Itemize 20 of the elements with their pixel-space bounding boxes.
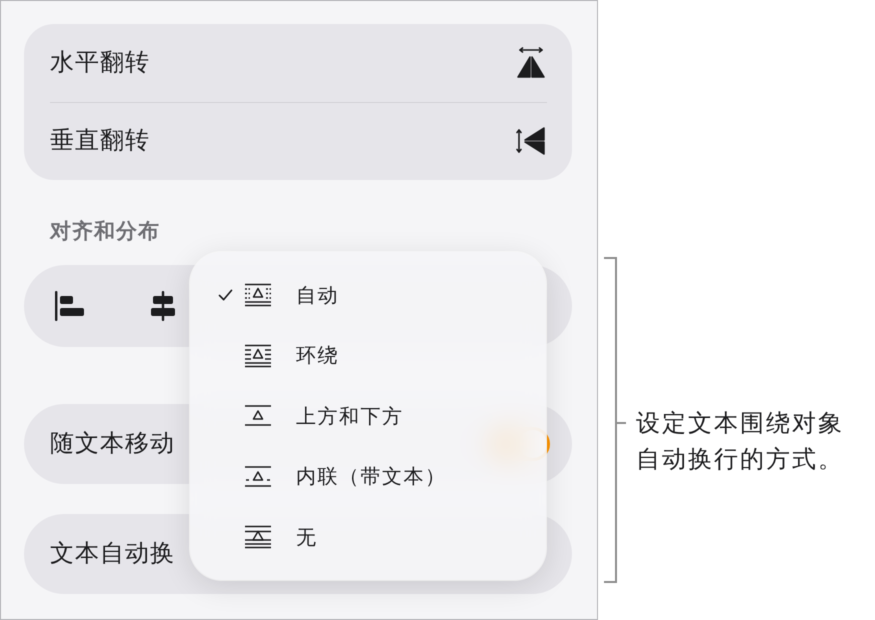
flip-vertical-icon[interactable] xyxy=(515,125,547,158)
callout-text: 设定文本围绕对象自动换行的方式。 xyxy=(636,409,845,475)
wrap-auto-icon xyxy=(244,283,272,308)
row-label: 文本自动换 xyxy=(50,539,175,569)
row-label: 水平翻转 xyxy=(50,48,150,78)
align-left-icon[interactable] xyxy=(55,291,85,321)
wrap-inline-icon xyxy=(244,464,272,489)
menu-item[interactable]: 无 xyxy=(190,507,546,568)
align-center-icon[interactable] xyxy=(148,291,178,321)
wrap-around-icon xyxy=(244,344,272,368)
row-label: 垂直翻转 xyxy=(50,126,150,156)
wrap-none-icon xyxy=(244,525,272,550)
row-label: 随文本移动 xyxy=(50,429,175,459)
menu-item[interactable]: 环绕 xyxy=(190,326,546,386)
menu-item[interactable]: 内联（带文本） xyxy=(190,446,546,507)
wrap-above-below-icon xyxy=(244,404,272,428)
menu-item[interactable]: 自动 xyxy=(190,265,546,326)
flip-horizontal-icon[interactable] xyxy=(515,46,547,79)
section-header: 对齐和分布 xyxy=(50,218,160,245)
menu-item[interactable]: 上方和下方 xyxy=(190,386,546,446)
